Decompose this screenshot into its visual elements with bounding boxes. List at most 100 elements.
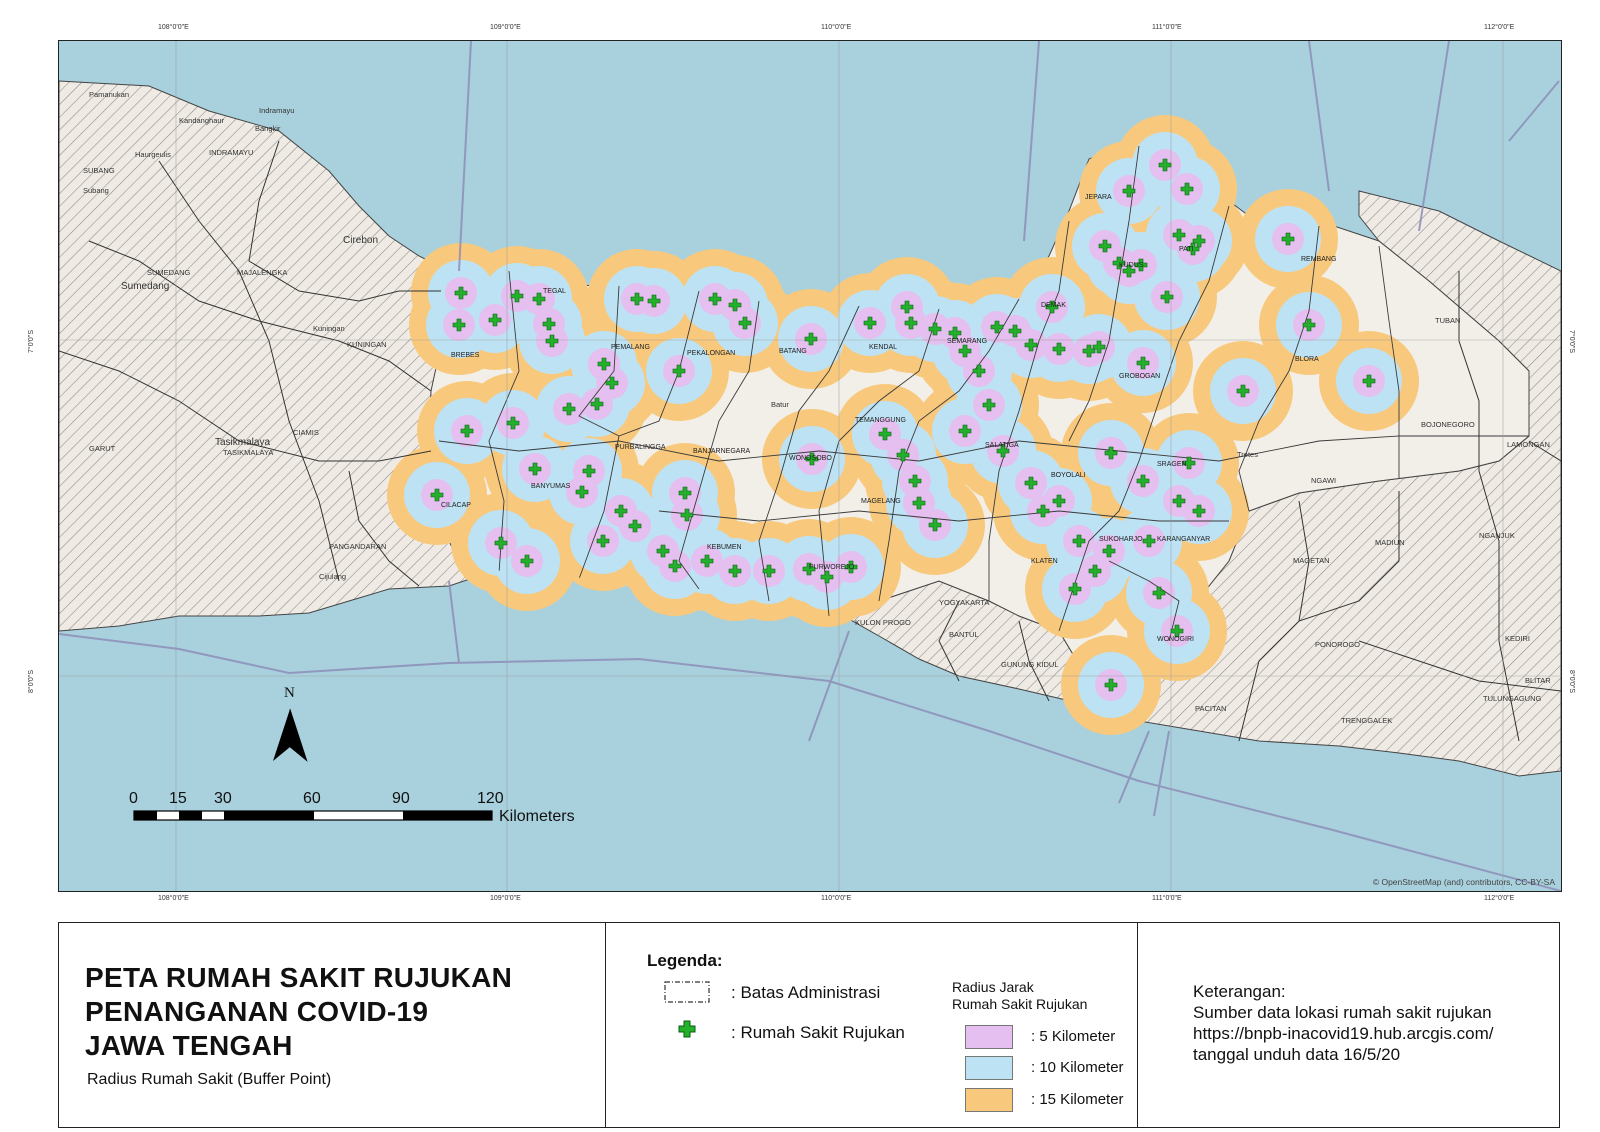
label-lamongan: LAMONGAN	[1507, 440, 1550, 449]
lon-label-bottom-109: 109°0'0"E	[490, 895, 521, 902]
label-batang: BATANG	[779, 348, 807, 355]
label-blora: BLORA	[1295, 356, 1319, 363]
label-magetan: MAGETAN	[1293, 556, 1330, 565]
radius-legend-title: Radius Jarak Rumah Sakit Rujukan	[952, 979, 1087, 1013]
label-tretes: Tretes	[1237, 450, 1258, 459]
label-tasikmalaya-town: Tasikmalaya	[215, 437, 270, 448]
lon-label-bottom-111: 111°0'0"E	[1152, 895, 1182, 902]
label-bantul: BANTUL	[949, 630, 979, 639]
label-banyumas: BANYUMAS	[531, 483, 571, 490]
admin-boundary-symbol	[664, 981, 710, 1003]
scale-tick-30: 30	[214, 790, 232, 807]
label-pangandaran: PANGANDARAN	[329, 542, 386, 551]
radius-title-line-2: Rumah Sakit Rujukan	[952, 996, 1088, 1012]
label-madiun: MADIUN	[1375, 538, 1405, 547]
label-kendal: KENDAL	[869, 344, 897, 351]
lat-label-left-8: 8°0'0"S	[27, 670, 35, 693]
label-tasikmalaya: TASIKMALAYA	[223, 448, 273, 457]
lon-label-bottom-110: 110°0'0"E	[821, 895, 852, 902]
lon-label-top-112: 112°0'0"E	[1484, 24, 1515, 31]
map-title: PETA RUMAH SAKIT RUJUKAN PENANGANAN COVI…	[85, 961, 512, 1063]
label-sumedang: SUMEDANG	[147, 268, 191, 277]
notes-line-2: https://bnpb-inacovid19.hub.arcgis.com/	[1193, 1024, 1494, 1043]
label-blitar: BLITAR	[1525, 676, 1551, 685]
legend-heading: Legenda:	[647, 951, 723, 970]
legend-15km-label: : 15 Kilometer	[1031, 1091, 1124, 1108]
map-canvas: BREBES TEGAL PEMALANG PEKALONGAN BATANG …	[59, 41, 1561, 891]
label-sumedang-town: Sumedang	[121, 281, 169, 292]
label-ciamis: CIAMIS	[293, 428, 319, 437]
label-magelang: MAGELANG	[861, 498, 901, 505]
map-subtitle: Radius Rumah Sakit (Buffer Point)	[87, 1071, 332, 1088]
swatch-15km	[965, 1088, 1013, 1112]
label-sukoharjo: SUKOHARJO	[1099, 536, 1143, 543]
scale-tick-15: 15	[169, 790, 187, 807]
north-arrow-label: N	[284, 685, 295, 701]
scale-seg-1	[134, 811, 157, 820]
label-majalengka: MAJALENGKA	[237, 268, 287, 277]
legend-panel: PETA RUMAH SAKIT RUJUKAN PENANGANAN COVI…	[58, 922, 1560, 1128]
notes: Keterangan: Sumber data lokasi rumah sak…	[1193, 981, 1494, 1065]
lon-label-bottom-112: 112°0'0"E	[1484, 895, 1515, 902]
legend-hospital-label: : Rumah Sakit Rujukan	[731, 1023, 905, 1042]
label-indramayu-town: Indramayu	[259, 106, 294, 115]
label-purbalingga: PURBALINGGA	[615, 444, 666, 451]
label-cijulang: Cijulang	[319, 572, 346, 581]
map-attribution: © OpenStreetMap (and) contributors, CC-B…	[1373, 877, 1555, 887]
scale-seg-2	[179, 811, 202, 820]
scale-unit: Kilometers	[499, 808, 575, 825]
hospital-symbol-icon	[678, 1020, 696, 1038]
label-temanggung: TEMANGGUNG	[855, 417, 906, 424]
label-pemalang: PEMALANG	[611, 344, 650, 351]
label-kebumen: KEBUMEN	[707, 544, 742, 551]
panel-divider-1	[605, 923, 606, 1127]
scale-tick-60: 60	[303, 790, 321, 807]
label-tuban: TUBAN	[1435, 316, 1460, 325]
label-nganjuk: NGANJUK	[1479, 531, 1515, 540]
label-pacitan: PACITAN	[1195, 704, 1226, 713]
label-salatiga: SALATIGA	[985, 442, 1019, 449]
label-pamanukan: Pamanukan	[89, 90, 129, 99]
label-yogyakarta: YOGYAKARTA	[939, 598, 989, 607]
label-cilacap: CILACAP	[441, 502, 471, 509]
label-purworejo: PURWOREJO	[809, 564, 855, 571]
label-rembang: REMBANG	[1301, 256, 1336, 263]
lon-label-top-108: 108°0'0"E	[158, 24, 189, 31]
notes-heading: Keterangan:	[1193, 982, 1286, 1001]
lat-label-left-7: 7°0'0"S	[27, 330, 35, 353]
label-tegal: TEGAL	[543, 288, 566, 295]
lat-label-right-8: 8°0'0"S	[1567, 670, 1575, 693]
label-jepara: JEPARA	[1085, 194, 1112, 201]
label-kandanghaur: Kandanghaur	[179, 116, 225, 125]
legend-admin-label: : Batas Administrasi	[731, 983, 881, 1002]
label-haurgeulis: Haurgeulis	[135, 150, 171, 159]
label-pati: PATI	[1179, 246, 1194, 253]
label-pekalongan: PEKALONGAN	[687, 350, 735, 357]
label-cirebon: Cirebon	[343, 235, 378, 246]
notes-line-3: tanggal unduh data 16/5/20	[1193, 1045, 1401, 1064]
notes-line-1: Sumber data lokasi rumah sakit rujukan	[1193, 1003, 1492, 1022]
label-sragen: SRAGEN	[1157, 461, 1187, 468]
label-ngawi: NGAWI	[1311, 476, 1336, 485]
label-bangkir: Bangkir	[255, 124, 281, 133]
label-klaten: KLATEN	[1031, 558, 1058, 565]
label-karanganyar: KARANGANYAR	[1157, 536, 1210, 543]
lon-label-top-109: 109°0'0"E	[490, 24, 521, 31]
label-kudus: KUDUS	[1119, 262, 1144, 269]
scale-tick-90: 90	[392, 790, 410, 807]
label-subang-town: Subang	[83, 186, 109, 195]
label-banjarnegara: BANJARNEGARA	[693, 448, 751, 455]
label-kediri: KEDIRI	[1505, 634, 1530, 643]
label-grobogan: GROBOGAN	[1119, 373, 1160, 380]
label-brebes: BREBES	[451, 352, 480, 359]
swatch-10km	[965, 1056, 1013, 1080]
label-tulungagung: TULUNGAGUNG	[1483, 694, 1542, 703]
swatch-5km	[965, 1025, 1013, 1049]
lat-label-right-7: 7°0'0"S	[1567, 330, 1575, 353]
label-demak: DEMAK	[1041, 302, 1066, 309]
label-semarang: SEMARANG	[947, 338, 987, 345]
label-boyolali: BOYOLALI	[1051, 472, 1086, 479]
scale-tick-0: 0	[129, 790, 138, 807]
map-frame: BREBES TEGAL PEMALANG PEKALONGAN BATANG …	[58, 40, 1562, 892]
scale-tick-120: 120	[477, 790, 504, 807]
